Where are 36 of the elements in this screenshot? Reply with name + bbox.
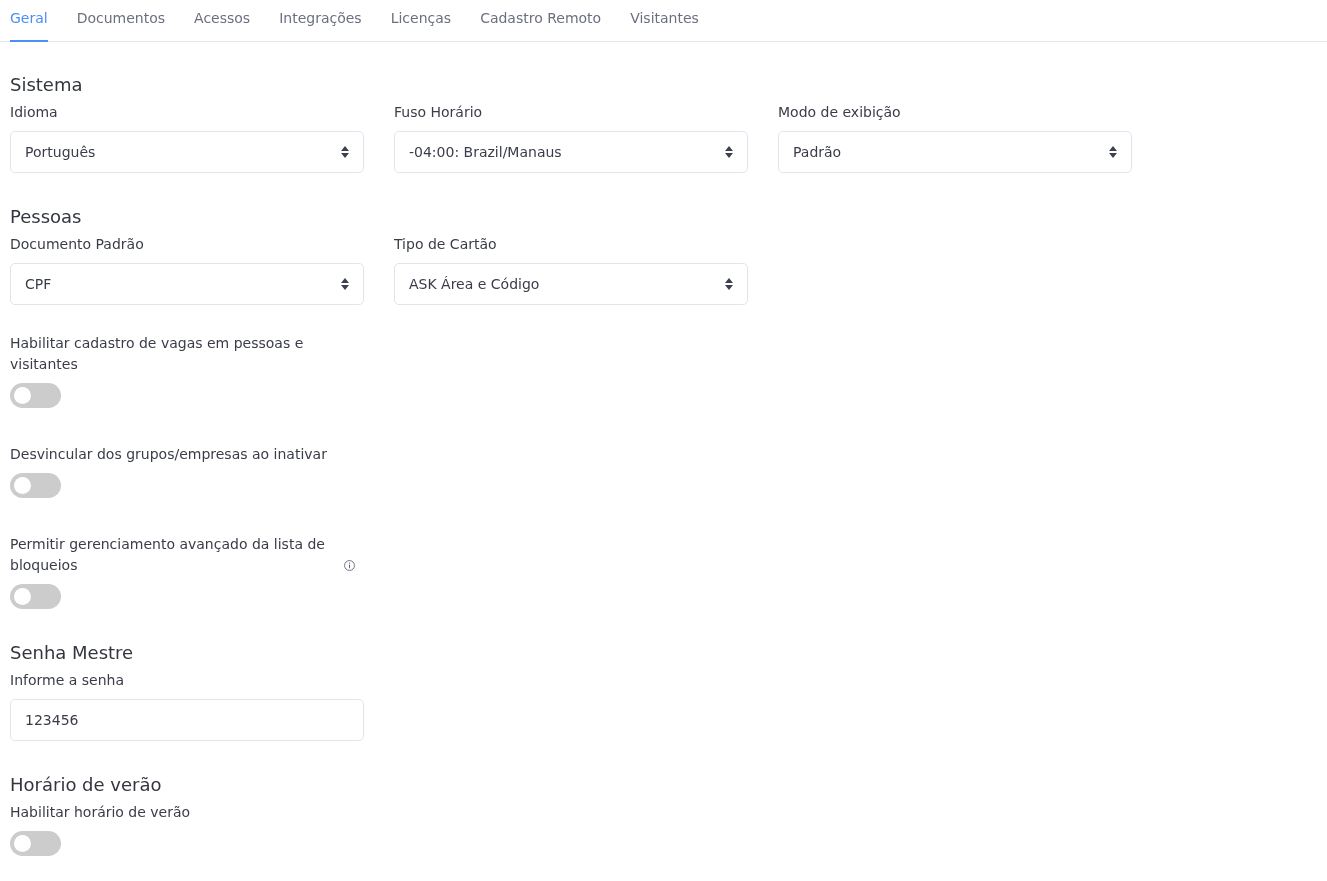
field-label: Permitir gerenciamento avançado da lista de bloqueios <box>10 535 326 575</box>
field-label: Tipo de Cartão <box>394 235 497 254</box>
tab[interactable]: Visitantes <box>630 0 699 42</box>
select-field[interactable]: -04:00: Brazil/Manaus <box>394 131 748 173</box>
select-arrows-icon <box>341 146 349 158</box>
section-heading: Horário de verão <box>10 773 162 797</box>
select-arrows-icon <box>1109 146 1117 158</box>
field-label: Habilitar cadastro de vagas em pessoas e visitantes <box>10 334 305 374</box>
select-field[interactable]: CPF <box>10 263 364 305</box>
tab[interactable]: Licenças <box>390 0 452 42</box>
select-field[interactable]: ASK Área e Código <box>394 263 748 305</box>
section-heading: Senha Mestre <box>10 641 134 665</box>
select-field[interactable]: Padrão <box>778 131 1132 173</box>
field-label: Modo de exibição <box>778 103 901 122</box>
field-label: Desvincular dos grupos/empresas ao inativar <box>10 445 327 464</box>
select-arrows-icon <box>725 146 733 158</box>
field-label: Habilitar horário de verão <box>10 803 191 822</box>
tab[interactable]: Geral <box>10 0 48 42</box>
tab[interactable]: Acessos <box>194 0 251 42</box>
select-field[interactable]: Português <box>10 131 364 173</box>
field-label: Informe a senha <box>10 671 124 690</box>
select-arrows-icon <box>725 278 733 290</box>
toggle-switch[interactable] <box>10 473 61 498</box>
toggle-switch[interactable] <box>10 383 61 408</box>
tab[interactable]: Documentos <box>76 0 166 42</box>
input-field[interactable]: 123456 <box>10 699 364 741</box>
tab[interactable]: Cadastro Remoto <box>480 0 602 42</box>
toggle-switch[interactable] <box>10 584 61 609</box>
section-heading: Pessoas <box>10 205 82 229</box>
toggle-switch[interactable] <box>10 831 61 856</box>
field-label: Documento Padrão <box>10 235 144 254</box>
select-arrows-icon <box>341 278 349 290</box>
section-heading: Sistema <box>10 73 83 97</box>
tab[interactable]: Integrações <box>279 0 362 42</box>
field-label: Fuso Horário <box>394 103 483 122</box>
field-label: Idioma <box>10 103 58 122</box>
